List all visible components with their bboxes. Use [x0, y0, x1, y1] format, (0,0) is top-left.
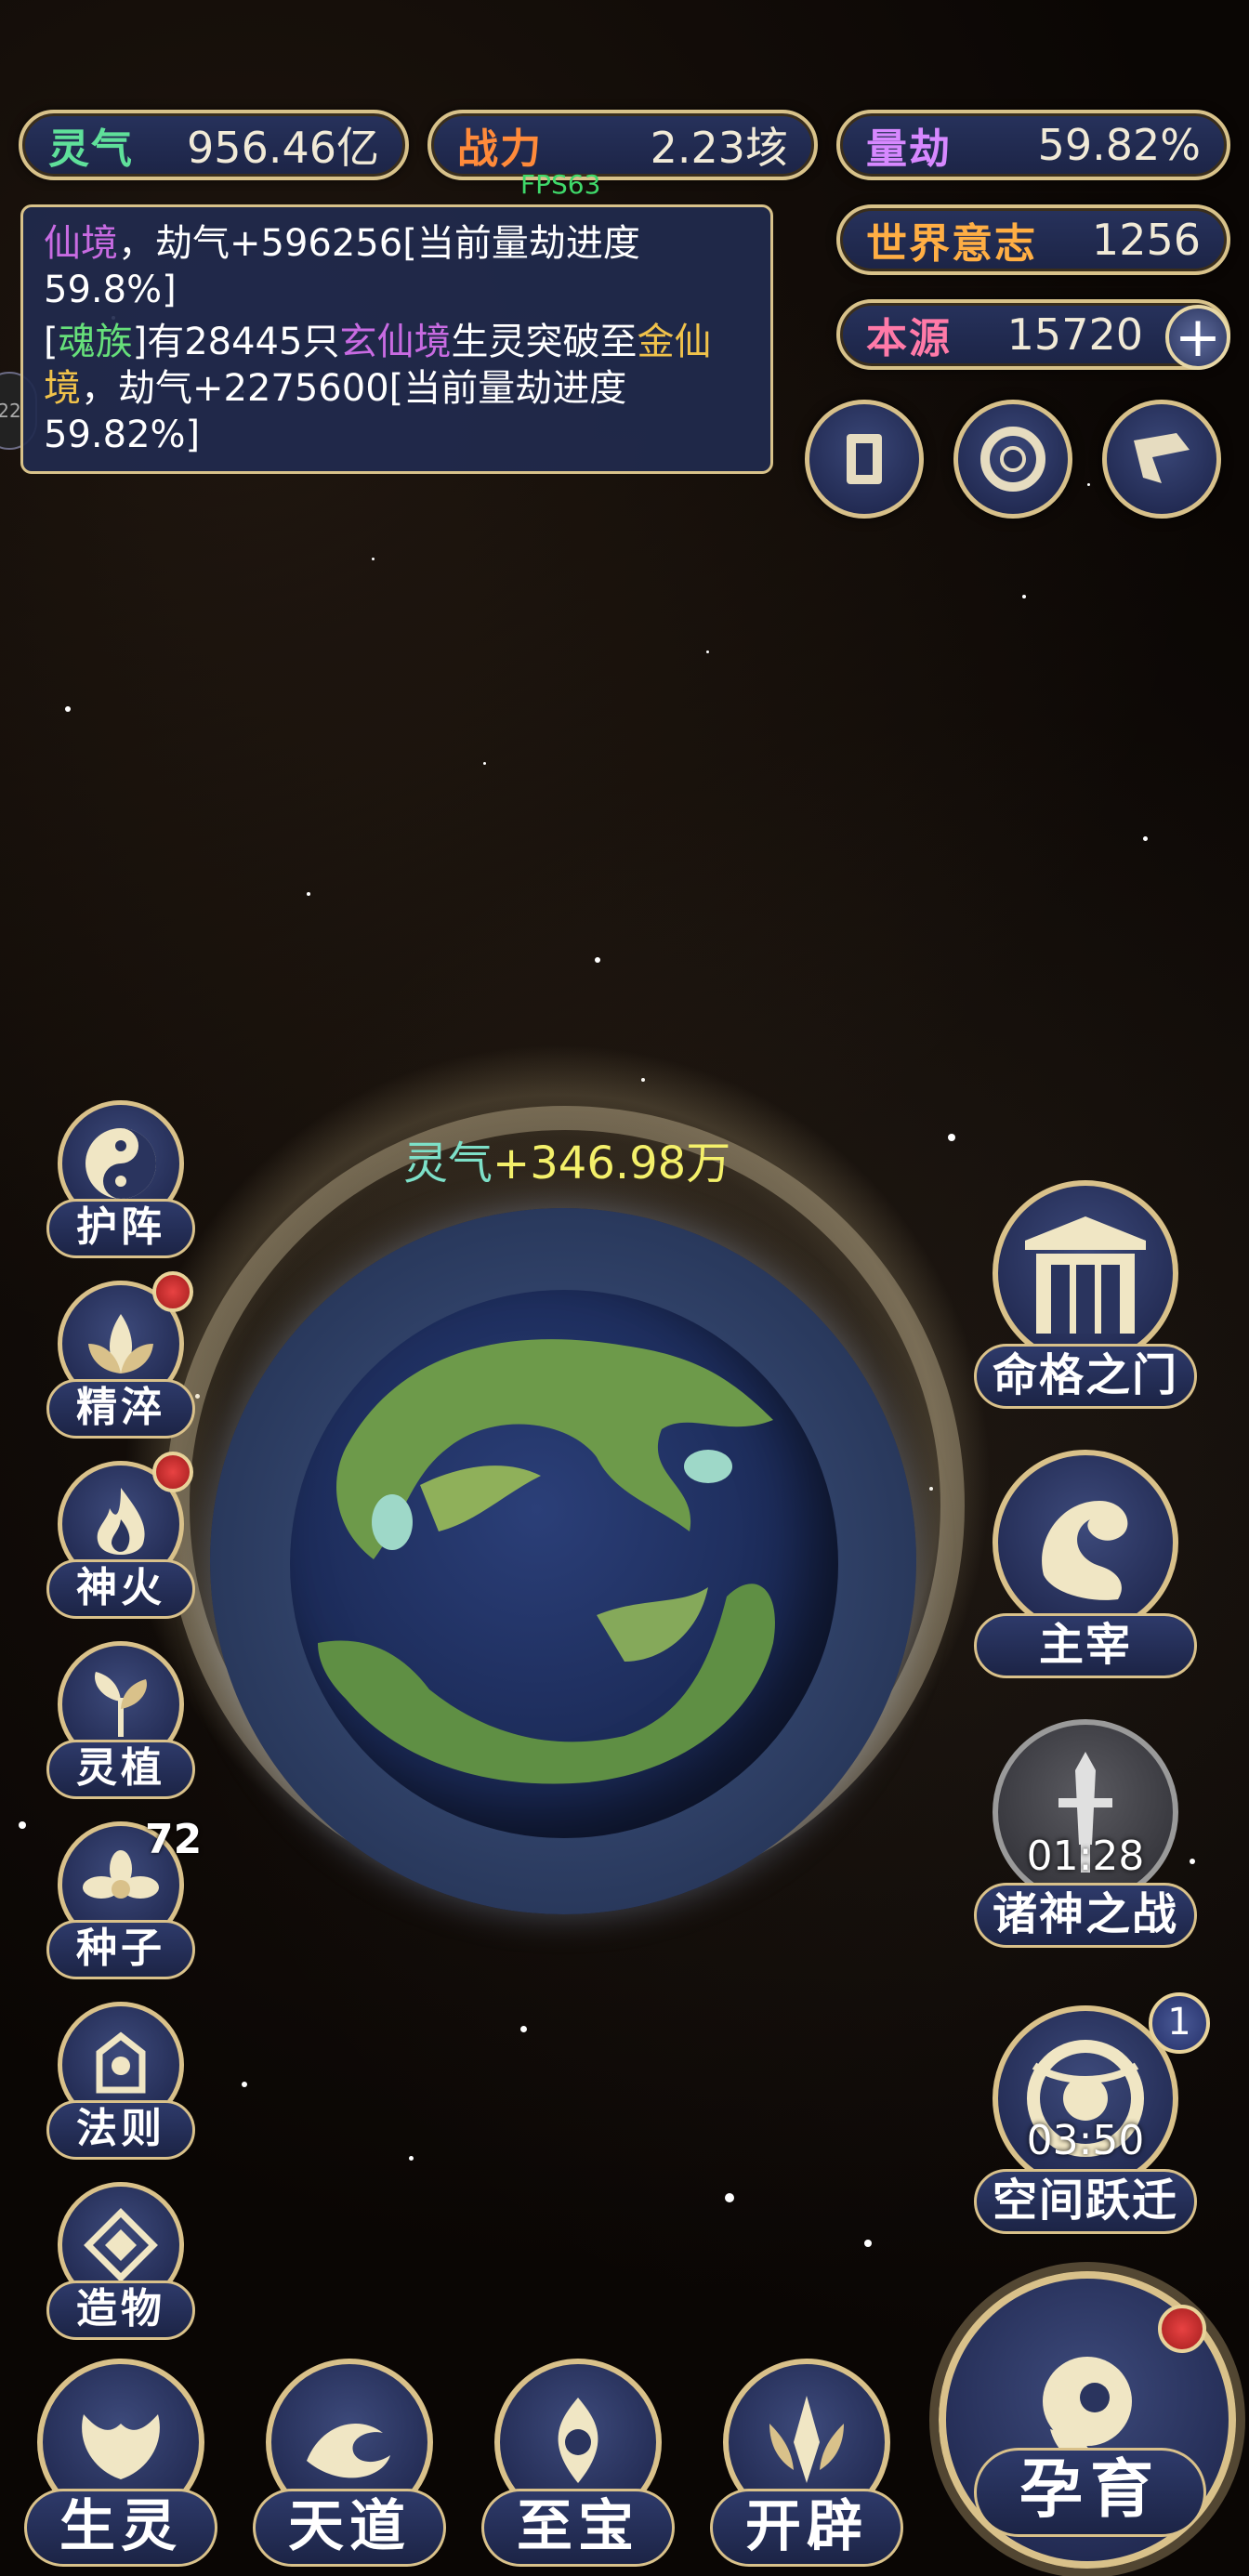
zhu-zai-label: 主宰	[974, 1613, 1197, 1678]
kong-jian-yue-qian-button[interactable]: 03:50 空间跃迁 1	[974, 1992, 1210, 2238]
log-realm: 金	[637, 321, 675, 363]
lingqi-value: 956.46亿	[187, 123, 379, 173]
shen-huo-button[interactable]: 神火	[46, 1452, 195, 1621]
dragon-icon	[993, 1450, 1178, 1636]
tian-dao-button[interactable]: 天道	[247, 2349, 452, 2576]
zhu-shen-zhi-zhan-button[interactable]: 01:28 诸神之战	[974, 1719, 1197, 1952]
shijie-stat[interactable]: 世界意志 1256	[836, 204, 1230, 275]
jing-cui-label: 精淬	[46, 1379, 195, 1439]
tian-dao-label: 天道	[253, 2489, 446, 2567]
zhanli-stat: 战力 2.23垓	[427, 110, 818, 180]
notification-dot	[1158, 2305, 1206, 2353]
shijie-value: 1256	[1091, 215, 1201, 265]
jump-timer: 03:50	[1026, 2117, 1145, 2164]
hu-zhen-label: 护阵	[46, 1199, 195, 1258]
log-text: ，劫气+2275600[当前量劫进度59.82%]	[44, 367, 627, 456]
lingqi-gain-popup: 灵气+346.98万	[403, 1126, 730, 1191]
gain-value: +346.98万	[493, 1137, 731, 1189]
log-race: 魂族	[58, 321, 133, 363]
zhi-bao-label: 至宝	[481, 2489, 675, 2567]
fps-counter: FPS63	[520, 169, 601, 200]
jing-cui-button[interactable]: 精淬	[46, 1271, 195, 1440]
log-realm: 仙境	[44, 222, 118, 265]
continents	[318, 1339, 775, 1784]
notification-dot	[152, 1452, 193, 1492]
zao-wu-button[interactable]: 造物	[46, 2182, 195, 2342]
swirl-icon	[980, 427, 1045, 492]
flag-icon	[1134, 433, 1190, 483]
kong-jian-yue-qian-label: 空间跃迁	[974, 2169, 1197, 2234]
kai-pi-label: 开辟	[710, 2489, 903, 2567]
swirl-button[interactable]	[953, 400, 1072, 519]
lingqi-label: 灵气	[48, 125, 134, 173]
log-realm: 玄仙境	[339, 321, 452, 363]
benyuan-stat: 本源 15720 +	[836, 299, 1230, 370]
flag-button[interactable]	[1102, 400, 1221, 519]
ming-ge-zhi-men-button[interactable]: 命格之门	[974, 1180, 1197, 1413]
sheng-ling-label: 生灵	[24, 2489, 217, 2567]
benyuan-value: 15720	[1006, 309, 1143, 360]
fa-ze-label: 法则	[46, 2100, 195, 2160]
log-line: 仙境，劫气+596256[当前量劫进度59.8%]	[44, 220, 750, 313]
benyuan-label: 本源	[866, 315, 952, 362]
planet[interactable]	[290, 1290, 838, 1838]
log-line: [魂族]有28445只玄仙境生灵突破至金仙境，劫气+2275600[当前量劫进度…	[44, 319, 750, 458]
ming-ge-zhi-men-label: 命格之门	[974, 1344, 1197, 1409]
zao-wu-label: 造物	[46, 2280, 195, 2340]
event-log: 仙境，劫气+596256[当前量劫进度59.8%] [魂族]有28445只玄仙境…	[20, 204, 773, 474]
log-text: ]有28445只	[132, 321, 340, 363]
yun-yu-label: 孕育	[974, 2448, 1206, 2537]
zhu-zai-button[interactable]: 主宰	[974, 1450, 1197, 1682]
gain-label: 灵气	[403, 1137, 493, 1189]
notification-dot	[152, 1271, 193, 1312]
battle-timer: 01:28	[1026, 1833, 1145, 1880]
zhong-zi-label: 种子	[46, 1920, 195, 1979]
hu-zhen-button[interactable]: 护阵	[46, 1100, 195, 1260]
shijie-label: 世界意志	[866, 220, 1037, 268]
zhu-shen-zhi-zhan-label: 诸神之战	[974, 1883, 1197, 1948]
log-text: 生灵突破至	[451, 321, 638, 363]
shen-huo-label: 神火	[46, 1559, 195, 1619]
zhi-bao-button[interactable]: 至宝	[476, 2349, 680, 2576]
zhanli-label: 战力	[457, 125, 543, 173]
ling-zhi-button[interactable]: 灵植	[46, 1641, 195, 1801]
card-icon	[847, 434, 882, 484]
zhanli-value: 2.23垓	[650, 123, 788, 173]
liangjie-stat[interactable]: 量劫 59.82%	[836, 110, 1230, 180]
lingqi-stat: 灵气 956.46亿	[19, 110, 409, 180]
sheng-ling-button[interactable]: 生灵	[19, 2349, 223, 2576]
zhong-zi-button[interactable]: 种子 72	[46, 1816, 202, 1981]
log-text: [	[44, 321, 59, 363]
add-benyuan-button[interactable]: +	[1165, 305, 1230, 370]
log-text: ，劫气+596256[当前量劫进度59.8%]	[44, 222, 640, 311]
card-button[interactable]	[805, 400, 924, 519]
seed-count: 72	[145, 1816, 203, 1863]
gate-icon	[993, 1180, 1178, 1366]
liangjie-label: 量劫	[866, 125, 952, 173]
fa-ze-button[interactable]: 法则	[46, 2002, 195, 2162]
liangjie-value: 59.82%	[1037, 120, 1201, 170]
count-badge: 1	[1149, 1992, 1210, 2054]
kai-pi-button[interactable]: 开辟	[704, 2349, 909, 2576]
ling-zhi-label: 灵植	[46, 1740, 195, 1799]
